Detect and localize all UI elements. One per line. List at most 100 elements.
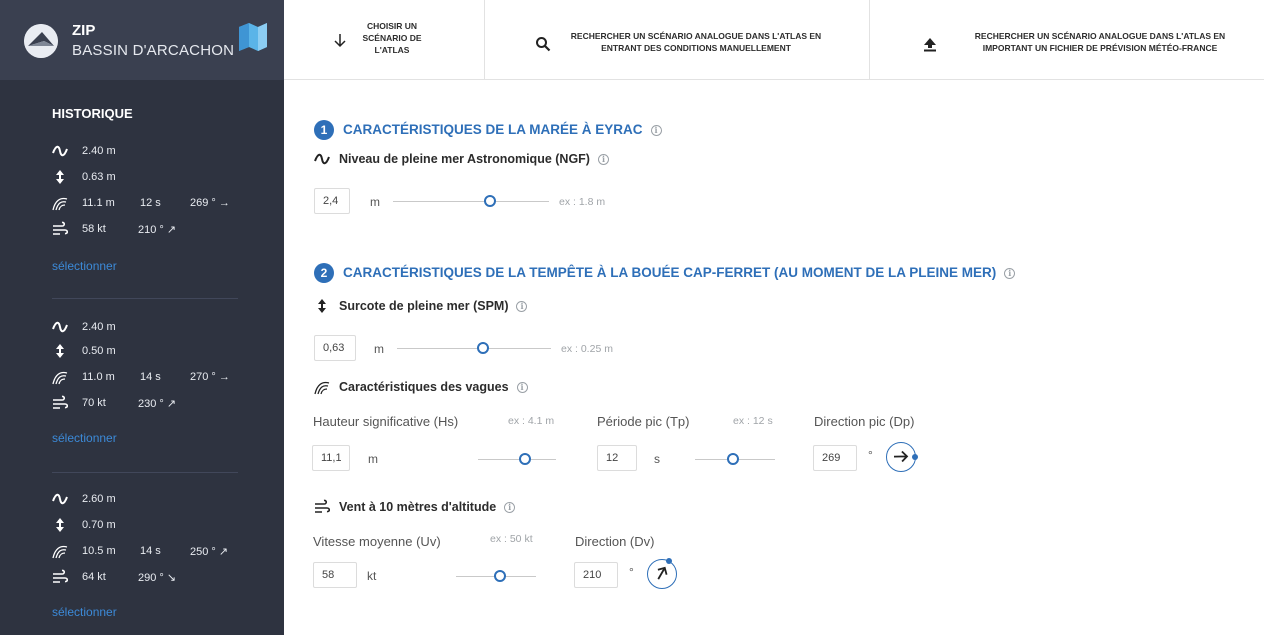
- tab-choose-scenario-label: CHOISIR UN SCÉNARIO DE L'ATLAS: [362, 21, 422, 55]
- surge-slider[interactable]: [397, 342, 551, 354]
- brand-zip: ZIP: [72, 22, 96, 39]
- info-icon[interactable]: i: [516, 382, 528, 393]
- info-icon[interactable]: i: [1004, 268, 1016, 279]
- dp-direction-dial[interactable]: [886, 442, 919, 472]
- slider-thumb[interactable]: [494, 570, 506, 582]
- tide-level-slider[interactable]: [393, 195, 549, 207]
- history-wave-dir: 269 ° →: [190, 197, 230, 209]
- tp-example: ex : 12 s: [733, 415, 773, 427]
- hs-input[interactable]: [312, 445, 350, 471]
- history-wave-period: 14 s: [140, 545, 161, 557]
- arrow-down-icon: [332, 32, 348, 48]
- tide-level-input[interactable]: [314, 188, 350, 214]
- uv-example: ex : 50 kt: [490, 533, 533, 545]
- tide-example: ex : 1.8 m: [559, 196, 606, 208]
- info-icon[interactable]: i: [597, 154, 609, 165]
- wind-icon: [52, 221, 68, 237]
- history-wave-row: 11.0 m 14 s 270 ° →: [52, 369, 252, 387]
- history-wave-height: 11.1 m: [82, 197, 115, 209]
- select-history-button[interactable]: sélectionner: [52, 605, 117, 619]
- slider-thumb[interactable]: [518, 453, 531, 465]
- slider-thumb[interactable]: [727, 453, 740, 465]
- tide-wave-icon: [52, 319, 68, 335]
- subsection-title-text: Surcote de pleine mer (SPM): [339, 299, 509, 313]
- dv-label: Direction (Dv): [575, 534, 655, 549]
- wave-icon: [52, 369, 68, 385]
- section-number: 1: [314, 120, 334, 140]
- tide-wave-icon: [52, 491, 68, 507]
- history-wave-row: 10.5 m 14 s 250 ° ↗: [52, 543, 252, 561]
- hs-unit: m: [368, 452, 378, 466]
- subsection-title-text: Niveau de pleine mer Astronomique (NGF): [339, 152, 590, 166]
- history-wave-height: 11.0 m: [82, 371, 115, 383]
- wind-icon: [314, 499, 330, 515]
- slider-thumb[interactable]: [477, 342, 490, 354]
- tab-manual-search-label: RECHERCHER UN SCÉNARIO ANALOGUE DANS L'A…: [570, 31, 822, 53]
- subsection-title-text: Caractéristiques des vagues: [339, 380, 509, 394]
- history-divider: [52, 472, 238, 473]
- dv-direction-dial[interactable]: [647, 558, 677, 589]
- surge-example: ex : 0.25 m: [561, 343, 613, 355]
- slider-track: [478, 459, 556, 460]
- tp-unit: s: [654, 452, 660, 466]
- info-icon[interactable]: i: [516, 301, 528, 312]
- hs-example: ex : 4.1 m: [508, 415, 555, 427]
- uv-slider[interactable]: [456, 570, 536, 582]
- history-tide: 2.60 m: [82, 493, 116, 505]
- section-title-text: CARACTÉRISTIQUES DE LA TEMPÊTE À LA BOUÉ…: [343, 265, 997, 280]
- history-wave-height: 10.5 m: [82, 545, 116, 557]
- arrow-northeast-icon: [657, 566, 668, 580]
- surge-input[interactable]: [314, 335, 356, 361]
- tide-wave-icon: [52, 143, 68, 159]
- logo-icon: [24, 24, 58, 58]
- surge-arrows-icon: [52, 517, 68, 533]
- wave-icon: [314, 379, 330, 395]
- subsection-title: Surcote de pleine mer (SPM) i: [339, 299, 528, 313]
- history-wind-speed: 70 kt: [82, 397, 106, 409]
- section-title: CARACTÉRISTIQUES DE LA TEMPÊTE À LA BOUÉ…: [343, 265, 1016, 280]
- wave-icon: [52, 195, 68, 211]
- history-wave-period: 12 s: [140, 197, 161, 209]
- upload-icon: [922, 36, 938, 52]
- dv-input[interactable]: [574, 562, 618, 588]
- dp-label: Direction pic (Dp): [814, 414, 915, 429]
- map-icon[interactable]: [236, 20, 270, 54]
- history-wind-row: 64 kt 290 ° ↘: [52, 569, 252, 587]
- uv-label: Vitesse moyenne (Uv): [313, 534, 441, 549]
- hs-slider[interactable]: [478, 453, 556, 465]
- slider-thumb[interactable]: [483, 195, 496, 207]
- history-wind-row: 58 kt 210 ° ↗: [52, 221, 252, 239]
- tab-manual-search[interactable]: RECHERCHER UN SCÉNARIO ANALOGUE DANS L'A…: [484, 0, 870, 80]
- tp-slider[interactable]: [695, 453, 775, 465]
- tab-import-forecast[interactable]: RECHERCHER UN SCÉNARIO ANALOGUE DANS L'A…: [870, 0, 1264, 80]
- select-history-button[interactable]: sélectionner: [52, 259, 117, 273]
- uv-unit: kt: [367, 569, 377, 583]
- dp-input[interactable]: [813, 445, 857, 471]
- dial-handle[interactable]: [912, 453, 919, 460]
- history-surge: 0.70 m: [82, 519, 116, 531]
- history-title: HISTORIQUE: [52, 106, 133, 121]
- select-history-button[interactable]: sélectionner: [52, 431, 117, 445]
- tab-choose-scenario[interactable]: CHOISIR UN SCÉNARIO DE L'ATLAS: [284, 0, 484, 80]
- history-wind-dir: 210 ° ↗: [138, 224, 177, 236]
- info-icon[interactable]: i: [504, 502, 516, 513]
- history-wind-dir: 290 ° ↘: [138, 572, 177, 584]
- dv-unit: °: [629, 565, 634, 579]
- dp-unit: °: [868, 448, 873, 462]
- wave-icon: [52, 543, 68, 559]
- uv-input[interactable]: [313, 562, 357, 588]
- info-icon[interactable]: i: [650, 125, 662, 136]
- subsection-title: Niveau de pleine mer Astronomique (NGF) i: [339, 152, 609, 166]
- history-surge: 0.63 m: [82, 171, 116, 183]
- scenario-form: 1 CARACTÉRISTIQUES DE LA MARÉE À EYRAC i …: [284, 81, 1264, 635]
- tide-wave-icon: [314, 151, 330, 167]
- subsection-title-text: Vent à 10 mètres d'altitude: [339, 500, 497, 514]
- history-wave-period: 14 s: [140, 371, 161, 383]
- history-wave-dir: 270 ° →: [190, 371, 230, 383]
- arrow-right-icon: [893, 450, 909, 463]
- brand-header: ZIP BASSIN D'ARCACHON: [0, 0, 284, 80]
- history-wind-row: 70 kt 230 ° ↗: [52, 395, 252, 413]
- history-divider: [52, 298, 238, 299]
- tp-input[interactable]: [597, 445, 637, 471]
- slider-track: [393, 201, 549, 202]
